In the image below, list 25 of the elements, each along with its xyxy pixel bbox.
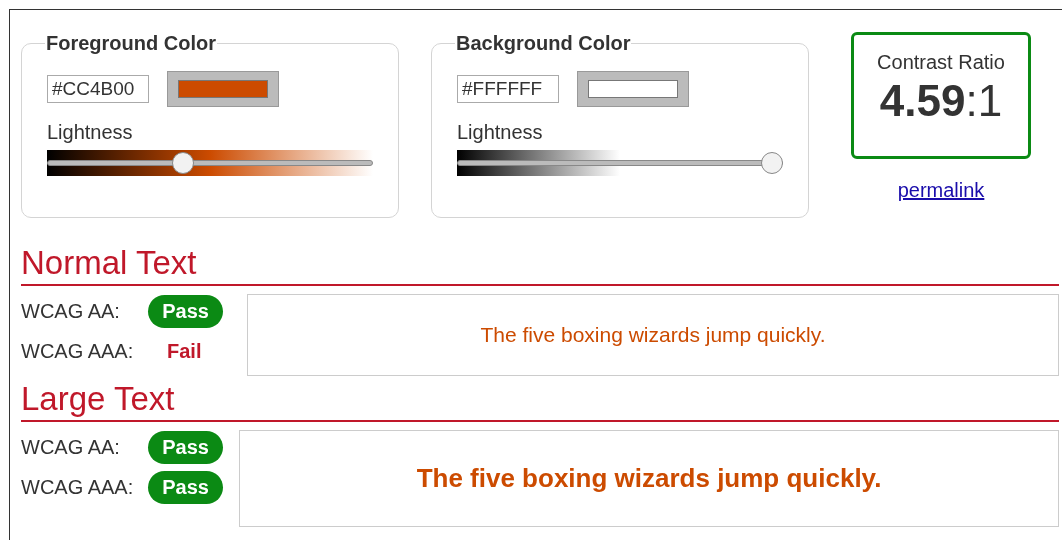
criterion-label: WCAG AAA: [21, 339, 135, 363]
panel-title: Foreground Color [45, 32, 217, 55]
sample-text-preview: The five boxing wizards jump quickly. [247, 294, 1059, 376]
sample-text-preview: The five boxing wizards jump quickly. [239, 430, 1059, 527]
contrast-label: Contrast Ratio [877, 51, 1005, 74]
pass-badge: Pass [148, 470, 223, 504]
lightness-slider[interactable] [457, 150, 783, 176]
pass-badge: Pass [148, 294, 223, 328]
panel-title: Background Color [455, 32, 632, 55]
criterion-label: WCAG AA: [21, 299, 121, 323]
permalink-link[interactable]: permalink [897, 179, 985, 202]
criterion-label: WCAG AA: [21, 435, 121, 459]
hex-input-field[interactable]: #FFFFFF [457, 75, 559, 103]
slider-thumb[interactable] [171, 152, 194, 174]
lightness-slider[interactable] [47, 150, 373, 176]
pass-badge: Pass [148, 430, 223, 464]
hex-input-field[interactable]: #CC4B00 [47, 75, 149, 103]
slider-label: Lightness [47, 121, 134, 144]
slider-thumb[interactable] [761, 152, 783, 174]
contrast-value: 4.59:1 [879, 76, 1003, 126]
section-heading: Large Text [21, 380, 1059, 422]
slider-label: Lightness [457, 121, 544, 144]
section-heading: Normal Text [21, 244, 1059, 286]
criterion-label: WCAG AAA: [21, 475, 135, 499]
fail-label: Fail [166, 339, 203, 363]
